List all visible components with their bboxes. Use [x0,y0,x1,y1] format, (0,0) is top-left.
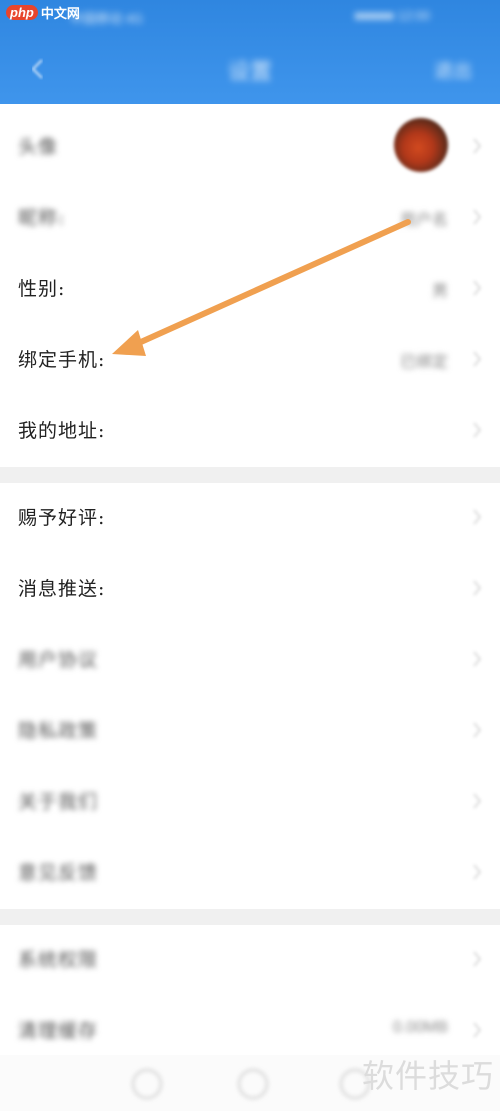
settings-row-label: 消息推送: [18,578,106,600]
settings-row[interactable]: 隐私政策 [0,696,500,767]
settings-row[interactable]: 关于我们 [0,767,500,838]
chevron-right-icon [473,580,481,596]
settings-row-label: 用户协议 [18,649,99,671]
chevron-right-icon [473,509,481,525]
chevron-right-icon [473,1022,481,1038]
chevron-right-icon [473,422,481,438]
settings-row-label: 清理缓存 [18,1020,99,1042]
settings-row-value: 0.00MB [392,1019,448,1036]
watermark-brand-prefix: php [6,4,38,20]
home-tab-icon[interactable] [132,1069,162,1099]
settings-row-label: 昵称: [18,207,66,229]
watermark-corner-text: 软件技巧 [361,1057,494,1095]
chevron-right-icon [473,209,481,225]
settings-row-label: 关于我们 [18,791,99,813]
carrier-text: 中国移动 4G [70,11,143,26]
settings-row-label: 头像 [18,136,59,158]
settings-row[interactable]: 意见反馈 [0,838,500,909]
settings-row[interactable]: 赐予好评: [0,483,500,554]
avatar[interactable] [394,118,448,172]
settings-row[interactable]: 系统权限 [0,925,500,996]
chevron-right-icon [473,280,481,296]
settings-row-value: 已绑定 [399,354,448,371]
settings-row-label: 性别: [18,278,66,300]
chevron-right-icon [473,138,481,154]
section-divider [0,909,500,925]
chevron-right-icon [473,793,481,809]
status-bar: php 中文网 中国移动 4G ■■■■■ 12:00 [0,0,500,34]
settings-row-label: 绑定手机: [18,349,106,371]
settings-row-label: 赐予好评: [18,507,106,529]
settings-row-value: 男 [431,283,448,300]
profile-settings-list: 头像昵称: 用户名性别: 男绑定手机: 已绑定我的地址: [0,112,500,467]
extra-settings-list: 系统权限清理缓存 0.00MB [0,925,500,1067]
settings-row-label: 我的地址: [18,420,106,442]
settings-row-label: 隐私政策 [18,720,99,742]
top-app-bar: php 中文网 中国移动 4G ■■■■■ 12:00 设置 退出 [0,0,500,104]
chevron-right-icon [473,351,481,367]
settings-row[interactable]: 性别: 男 [0,254,500,325]
settings-row-label: 意见反馈 [18,862,99,884]
discover-tab-icon[interactable] [238,1069,268,1099]
settings-row[interactable]: 绑定手机: 已绑定 [0,325,500,396]
settings-row[interactable]: 消息推送: [0,554,500,625]
settings-row[interactable]: 昵称: 用户名 [0,183,500,254]
chevron-right-icon [473,864,481,880]
settings-row[interactable]: 头像 [0,112,500,183]
page-title: 设置 [227,59,272,84]
settings-row[interactable]: 我的地址: [0,396,500,467]
section-divider [0,467,500,483]
more-settings-list: 赐予好评: 消息推送: 用户协议隐私政策关于我们意见反馈 [0,483,500,909]
chevron-right-icon [473,722,481,738]
settings-row-value: 用户名 [399,212,448,229]
settings-row-label: 系统权限 [18,949,99,971]
nav-row: 设置 退出 [0,44,500,96]
chevron-right-icon [473,651,481,667]
settings-row[interactable]: 用户协议 [0,625,500,696]
logout-button[interactable]: 退出 [434,56,472,83]
chevron-right-icon [473,951,481,967]
status-right-text: ■■■■■ 12:00 [354,8,430,23]
watermark-logo: php 中文网 [6,4,80,21]
